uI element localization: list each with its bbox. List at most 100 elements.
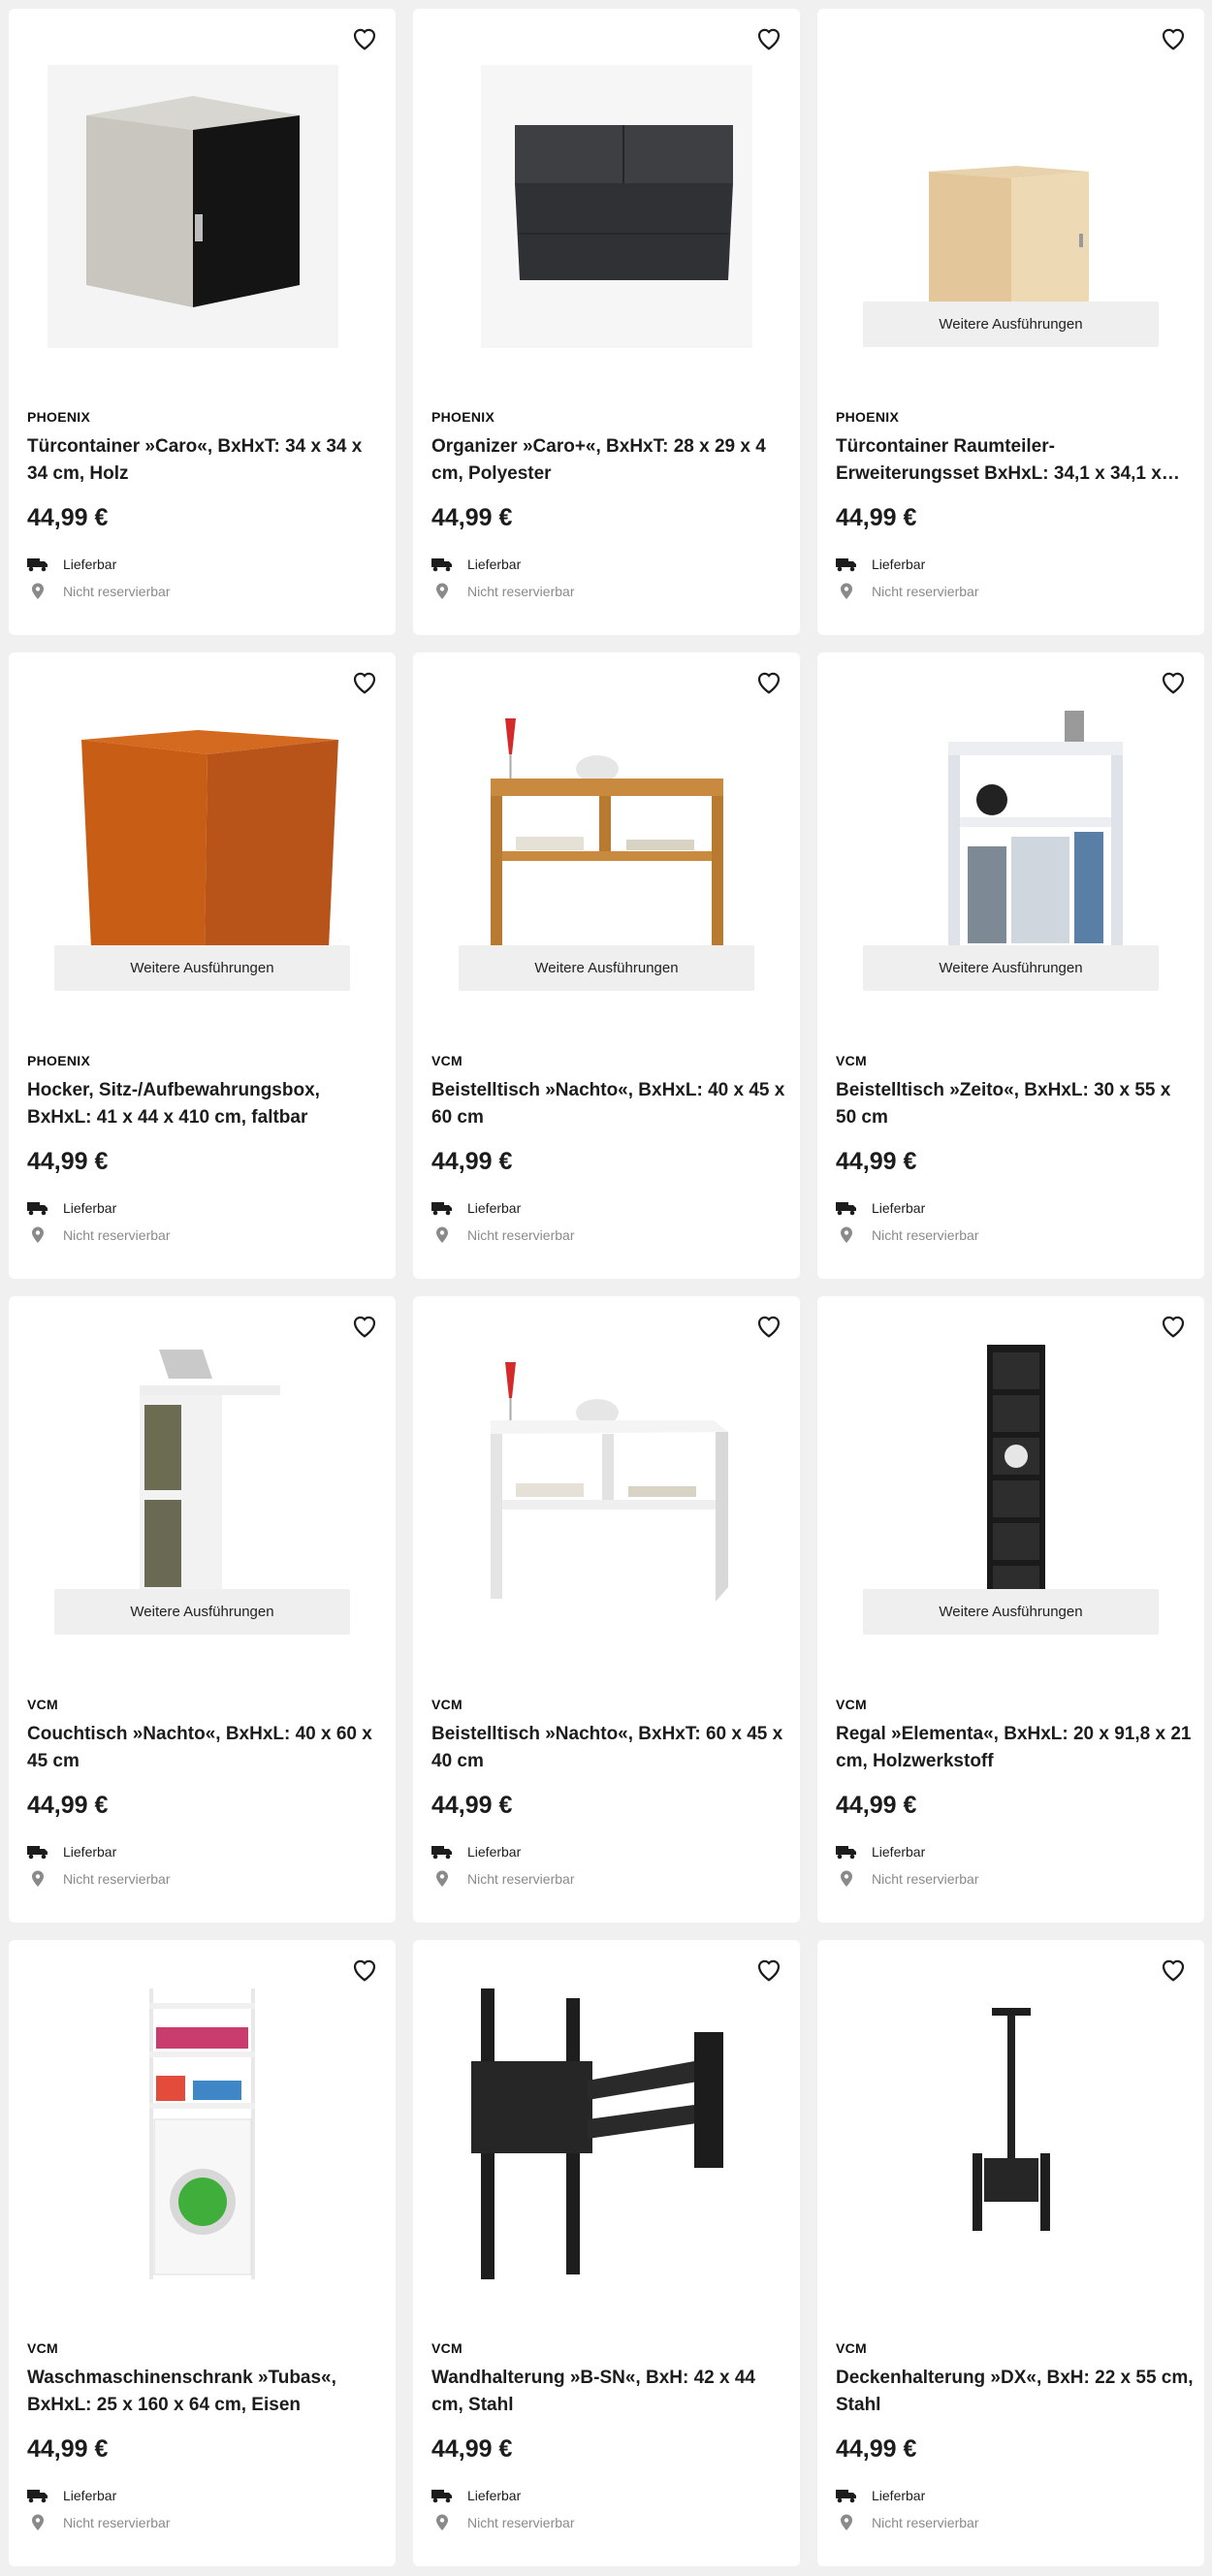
reserve-label: Nicht reservierbar bbox=[467, 1871, 575, 1887]
product-brand: VCM bbox=[431, 1053, 463, 1068]
location-pin-icon bbox=[841, 583, 852, 599]
reservation-status: Nicht reservierbar bbox=[836, 1226, 978, 1244]
more-variants-button[interactable]: Weitere Ausführungen bbox=[54, 945, 350, 991]
delivery-label: Lieferbar bbox=[872, 557, 926, 572]
delivery-status: Lieferbar bbox=[27, 2487, 116, 2504]
location-pin-icon bbox=[32, 1226, 44, 1243]
product-image[interactable]: Weitere Ausführungen bbox=[9, 1296, 396, 1665]
product-image[interactable] bbox=[9, 1940, 396, 2308]
product-grid: PHOENIX Türcontainer »Caro«, BxHxT: 34 x… bbox=[9, 9, 1204, 2566]
product-image[interactable] bbox=[9, 9, 396, 377]
product-title[interactable]: Türcontainer »Caro«, BxHxT: 34 x 34 x 34… bbox=[27, 433, 386, 488]
location-pin-icon bbox=[436, 1870, 448, 1887]
product-image[interactable] bbox=[413, 9, 800, 377]
product-price: 44,99 € bbox=[836, 2435, 917, 2463]
product-card[interactable]: Weitere Ausführungen PHOENIX Türcontaine… bbox=[817, 9, 1204, 635]
more-variants-button[interactable]: Weitere Ausführungen bbox=[863, 1589, 1159, 1635]
product-title[interactable]: Couchtisch »Nachto«, BxHxL: 40 x 60 x 45… bbox=[27, 1721, 386, 1775]
product-card[interactable]: VCM Beistelltisch »Nachto«, BxHxT: 60 x … bbox=[413, 1296, 800, 1923]
reserve-label: Nicht reservierbar bbox=[467, 1227, 575, 1243]
favorite-heart-icon[interactable] bbox=[751, 20, 786, 55]
more-variants-button[interactable]: Weitere Ausführungen bbox=[459, 945, 754, 991]
location-pin-icon bbox=[436, 2514, 448, 2530]
favorite-heart-icon[interactable] bbox=[347, 1308, 382, 1343]
location-pin-icon bbox=[841, 2514, 852, 2530]
product-card[interactable]: PHOENIX Organizer »Caro+«, BxHxT: 28 x 2… bbox=[413, 9, 800, 635]
delivery-status: Lieferbar bbox=[431, 1843, 521, 1860]
favorite-heart-icon[interactable] bbox=[751, 1952, 786, 1987]
product-card[interactable]: Weitere Ausführungen VCM Couchtisch »Nac… bbox=[9, 1296, 396, 1923]
product-card[interactable]: VCM Waschmaschinenschrank »Tubas«, BxHxL… bbox=[9, 1940, 396, 2566]
favorite-heart-icon[interactable] bbox=[347, 20, 382, 55]
product-brand: VCM bbox=[836, 2340, 868, 2356]
product-title[interactable]: Deckenhalterung »DX«, BxH: 22 x 55 cm, S… bbox=[836, 2365, 1195, 2419]
delivery-status: Lieferbar bbox=[836, 1843, 925, 1860]
favorite-heart-icon[interactable] bbox=[1156, 1308, 1191, 1343]
product-image[interactable]: Weitere Ausführungen bbox=[9, 652, 396, 1021]
delivery-status: Lieferbar bbox=[836, 556, 925, 573]
product-image[interactable]: Weitere Ausführungen bbox=[817, 652, 1204, 1021]
product-title[interactable]: Waschmaschinenschrank »Tubas«, BxHxL: 25… bbox=[27, 2365, 386, 2419]
product-card[interactable]: VCM Wandhalterung »B-SN«, BxH: 42 x 44 c… bbox=[413, 1940, 800, 2566]
reservation-status: Nicht reservierbar bbox=[836, 583, 978, 600]
product-image[interactable] bbox=[413, 1940, 800, 2308]
more-variants-button[interactable]: Weitere Ausführungen bbox=[54, 1589, 350, 1635]
reservation-status: Nicht reservierbar bbox=[431, 583, 574, 600]
reserve-label: Nicht reservierbar bbox=[63, 1227, 171, 1243]
product-card[interactable]: Weitere Ausführungen VCM Regal »Elementa… bbox=[817, 1296, 1204, 1923]
reserve-label: Nicht reservierbar bbox=[63, 584, 171, 599]
product-card[interactable]: Weitere Ausführungen VCM Beistelltisch »… bbox=[413, 652, 800, 1279]
product-image[interactable]: Weitere Ausführungen bbox=[817, 9, 1204, 377]
product-card[interactable]: PHOENIX Türcontainer »Caro«, BxHxT: 34 x… bbox=[9, 9, 396, 635]
reserve-label: Nicht reservierbar bbox=[872, 1227, 979, 1243]
favorite-heart-icon[interactable] bbox=[347, 1952, 382, 1987]
product-image[interactable]: Weitere Ausführungen bbox=[817, 1296, 1204, 1665]
more-variants-button[interactable]: Weitere Ausführungen bbox=[863, 302, 1159, 347]
product-card[interactable]: VCM Deckenhalterung »DX«, BxH: 22 x 55 c… bbox=[817, 1940, 1204, 2566]
product-image-washing-machine-cabinet bbox=[149, 1988, 255, 2279]
product-brand: VCM bbox=[431, 1697, 463, 1712]
delivery-status: Lieferbar bbox=[27, 1199, 116, 1217]
product-brand: VCM bbox=[27, 1697, 59, 1712]
truck-icon bbox=[431, 2490, 452, 2503]
product-title[interactable]: Wandhalterung »B-SN«, BxH: 42 x 44 cm, S… bbox=[431, 2365, 790, 2419]
reserve-label: Nicht reservierbar bbox=[872, 584, 979, 599]
favorite-heart-icon[interactable] bbox=[1156, 664, 1191, 699]
reservation-status: Nicht reservierbar bbox=[27, 583, 170, 600]
product-title[interactable]: Regal »Elementa«, BxHxL: 20 x 91,8 x 21 … bbox=[836, 1721, 1195, 1775]
truck-icon bbox=[431, 1202, 452, 1216]
favorite-heart-icon[interactable] bbox=[1156, 1952, 1191, 1987]
favorite-heart-icon[interactable] bbox=[751, 1308, 786, 1343]
delivery-label: Lieferbar bbox=[467, 2488, 522, 2503]
favorite-heart-icon[interactable] bbox=[1156, 20, 1191, 55]
delivery-label: Lieferbar bbox=[467, 1200, 522, 1216]
favorite-heart-icon[interactable] bbox=[751, 664, 786, 699]
product-price: 44,99 € bbox=[27, 2435, 109, 2463]
product-card[interactable]: Weitere Ausführungen VCM Beistelltisch »… bbox=[817, 652, 1204, 1279]
delivery-status: Lieferbar bbox=[431, 556, 521, 573]
product-image-wall-mount bbox=[471, 1988, 723, 2279]
reservation-status: Nicht reservierbar bbox=[431, 2514, 574, 2531]
product-image[interactable]: Weitere Ausführungen bbox=[413, 652, 800, 1021]
product-image[interactable] bbox=[817, 1940, 1204, 2308]
delivery-label: Lieferbar bbox=[63, 1844, 117, 1860]
product-title[interactable]: Türcontainer Raumteiler-Erweiterungsset … bbox=[836, 433, 1195, 488]
location-pin-icon bbox=[32, 583, 44, 599]
product-title[interactable]: Beistelltisch »Nachto«, BxHxL: 40 x 45 x… bbox=[431, 1077, 790, 1131]
favorite-heart-icon[interactable] bbox=[347, 664, 382, 699]
product-image[interactable] bbox=[413, 1296, 800, 1665]
product-price: 44,99 € bbox=[836, 1148, 917, 1175]
product-title[interactable]: Beistelltisch »Nachto«, BxHxT: 60 x 45 x… bbox=[431, 1721, 790, 1775]
truck-icon bbox=[836, 2490, 856, 2503]
product-brand: VCM bbox=[836, 1053, 868, 1068]
product-title[interactable]: Organizer »Caro+«, BxHxT: 28 x 29 x 4 cm… bbox=[431, 433, 790, 488]
delivery-label: Lieferbar bbox=[872, 2488, 926, 2503]
product-title[interactable]: Beistelltisch »Zeito«, BxHxL: 30 x 55 x … bbox=[836, 1077, 1195, 1131]
product-brand: PHOENIX bbox=[27, 409, 91, 425]
truck-icon bbox=[836, 558, 856, 572]
product-price: 44,99 € bbox=[431, 504, 513, 531]
reserve-label: Nicht reservierbar bbox=[872, 1871, 979, 1887]
more-variants-button[interactable]: Weitere Ausführungen bbox=[863, 945, 1159, 991]
product-title[interactable]: Hocker, Sitz-/Aufbewahrungsbox, BxHxL: 4… bbox=[27, 1077, 386, 1131]
product-card[interactable]: Weitere Ausführungen PHOENIX Hocker, Sit… bbox=[9, 652, 396, 1279]
